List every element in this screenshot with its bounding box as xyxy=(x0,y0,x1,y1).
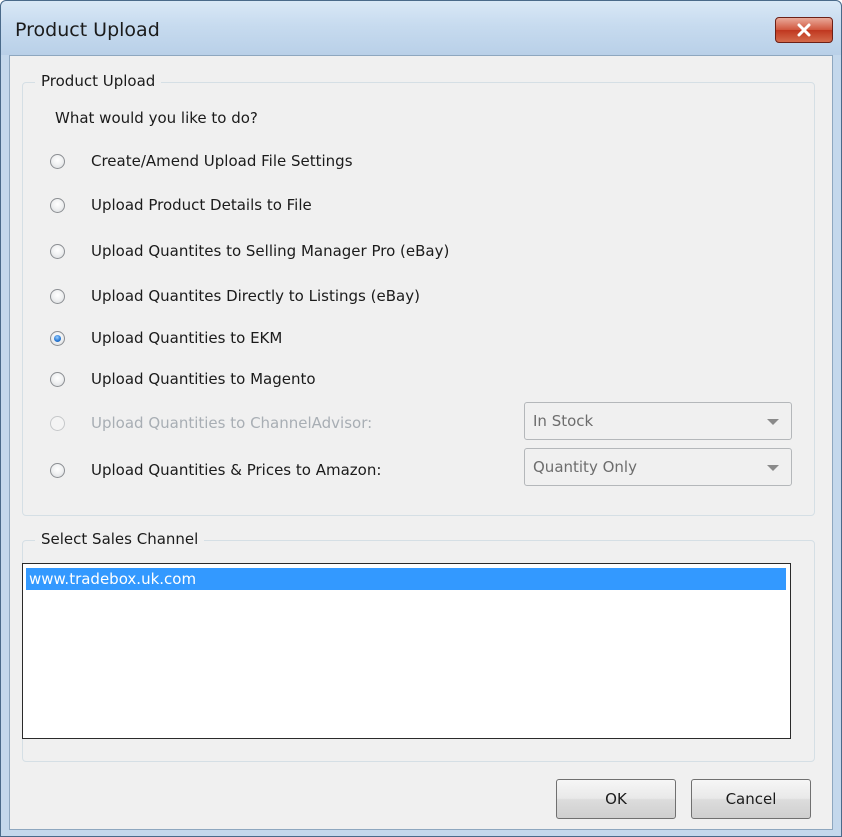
product-upload-legend: Product Upload xyxy=(35,72,162,90)
list-item-selected[interactable]: www.tradebox.uk.com xyxy=(26,568,786,590)
chevron-down-icon xyxy=(767,419,779,425)
product-upload-dialog: Product Upload Product Upload What would… xyxy=(0,0,842,837)
channeladvisor-stock-select: In Stock xyxy=(524,402,792,440)
option-label: Upload Quantites Directly to Listings (e… xyxy=(91,287,420,305)
dialog-client-area: Product Upload What would you like to do… xyxy=(9,55,833,830)
ok-button[interactable]: OK xyxy=(556,779,676,819)
radio-button-disabled xyxy=(50,415,65,431)
sales-channel-legend: Select Sales Channel xyxy=(35,530,205,548)
amazon-mode-select[interactable]: Quantity Only xyxy=(524,448,792,486)
option-upload-amazon[interactable]: Upload Quantities & Prices to Amazon: xyxy=(50,458,381,482)
radio-button[interactable] xyxy=(50,462,65,478)
radio-button[interactable] xyxy=(50,197,65,213)
option-label: Upload Quantities to ChannelAdvisor: xyxy=(91,414,373,432)
option-label: Upload Quantities to EKM xyxy=(91,329,283,347)
option-label: Upload Quantities & Prices to Amazon: xyxy=(91,461,382,479)
option-label: Upload Product Details to File xyxy=(91,196,312,214)
option-upload-ebay-listings[interactable]: Upload Quantites Directly to Listings (e… xyxy=(50,284,420,308)
title-bar[interactable]: Product Upload xyxy=(1,1,841,55)
chevron-down-icon[interactable] xyxy=(767,465,779,471)
select-value: Quantity Only xyxy=(533,458,637,476)
close-button[interactable] xyxy=(775,17,833,43)
radio-button[interactable] xyxy=(50,153,65,169)
radio-button[interactable] xyxy=(50,243,65,259)
option-create-amend-settings[interactable]: Create/Amend Upload File Settings xyxy=(50,149,353,173)
option-upload-ekm[interactable]: Upload Quantities to EKM xyxy=(50,326,282,350)
radio-button[interactable] xyxy=(50,371,65,387)
option-upload-channeladvisor: Upload Quantities to ChannelAdvisor: xyxy=(50,411,372,435)
option-label: Upload Quantities to Magento xyxy=(91,370,316,388)
select-value: In Stock xyxy=(533,412,594,430)
option-upload-selling-manager-pro[interactable]: Upload Quantites to Selling Manager Pro … xyxy=(50,239,449,263)
window-title: Product Upload xyxy=(15,19,160,41)
radio-button[interactable] xyxy=(50,288,65,304)
sales-channel-listbox[interactable]: www.tradebox.uk.com xyxy=(22,563,791,739)
cancel-button[interactable]: Cancel xyxy=(691,779,811,819)
radio-button-selected[interactable] xyxy=(50,330,65,346)
option-upload-product-details[interactable]: Upload Product Details to File xyxy=(50,193,312,217)
action-prompt: What would you like to do? xyxy=(55,109,258,127)
option-label: Upload Quantites to Selling Manager Pro … xyxy=(91,242,450,260)
option-upload-magento[interactable]: Upload Quantities to Magento xyxy=(50,367,316,391)
option-label: Create/Amend Upload File Settings xyxy=(91,152,353,170)
close-icon xyxy=(797,23,811,37)
